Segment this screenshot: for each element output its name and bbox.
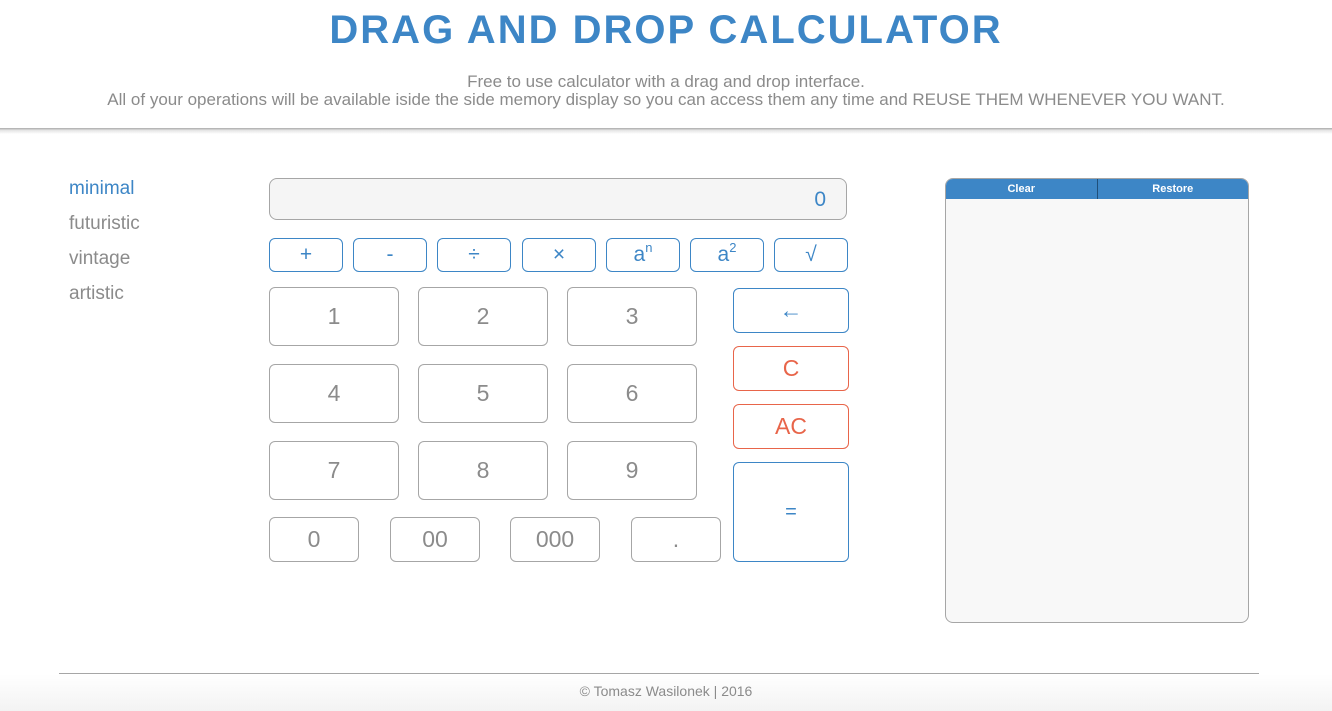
digit-0-button[interactable]: 0: [269, 517, 359, 562]
clear-button[interactable]: C: [733, 346, 849, 391]
digit-3-button[interactable]: 3: [567, 287, 697, 346]
memory-clear-button[interactable]: Clear: [946, 179, 1097, 199]
theme-item-artistic[interactable]: artistic: [69, 282, 140, 317]
page-subtitle-line-1: Free to use calculator with a drag and d…: [467, 72, 865, 91]
theme-item-minimal[interactable]: minimal: [69, 177, 140, 212]
decimal-point-button[interactable]: .: [631, 517, 721, 562]
footer-copyright: © Tomasz Wasilonek | 2016: [579, 683, 753, 699]
sqrt-button[interactable]: √: [774, 238, 848, 272]
equals-button[interactable]: =: [733, 462, 849, 562]
theme-item-futuristic[interactable]: futuristic: [69, 212, 140, 247]
triple-zero-button[interactable]: 000: [510, 517, 600, 562]
page-header: DRAG AND DROP CALCULATOR Free to use cal…: [0, 0, 1332, 128]
subtract-button[interactable]: -: [353, 238, 427, 272]
theme-menu: minimal futuristic vintage artistic: [69, 177, 140, 317]
page-title: DRAG AND DROP CALCULATOR: [329, 8, 1003, 52]
digit-4-button[interactable]: 4: [269, 364, 399, 423]
power-base-label: a: [633, 243, 646, 266]
double-zero-button[interactable]: 00: [390, 517, 480, 562]
digit-1-button[interactable]: 1: [269, 287, 399, 346]
divide-button[interactable]: ÷: [437, 238, 511, 272]
backspace-button[interactable]: ←: [733, 288, 849, 333]
calculator-display: 0: [269, 178, 847, 220]
power-button[interactable]: an: [606, 238, 680, 272]
square-base-label: a: [717, 243, 730, 266]
add-button[interactable]: +: [269, 238, 343, 272]
square-button[interactable]: a2: [690, 238, 764, 272]
digit-8-button[interactable]: 8: [418, 441, 548, 500]
digit-2-button[interactable]: 2: [418, 287, 548, 346]
memory-panel: Clear Restore: [945, 178, 1249, 623]
multiply-button[interactable]: ×: [522, 238, 596, 272]
memory-list[interactable]: [946, 199, 1248, 622]
digit-7-button[interactable]: 7: [269, 441, 399, 500]
footer: © Tomasz Wasilonek | 2016: [0, 674, 1332, 711]
header-divider: [0, 128, 1332, 134]
digit-9-button[interactable]: 9: [567, 441, 697, 500]
digit-5-button[interactable]: 5: [418, 364, 548, 423]
memory-restore-button[interactable]: Restore: [1096, 179, 1249, 199]
memory-toolbar: Clear Restore: [946, 179, 1248, 199]
display-value: 0: [814, 188, 826, 211]
all-clear-button[interactable]: AC: [733, 404, 849, 449]
theme-item-vintage[interactable]: vintage: [69, 247, 140, 282]
digit-6-button[interactable]: 6: [567, 364, 697, 423]
page-subtitle-line-2: All of your operations will be available…: [107, 90, 1225, 109]
